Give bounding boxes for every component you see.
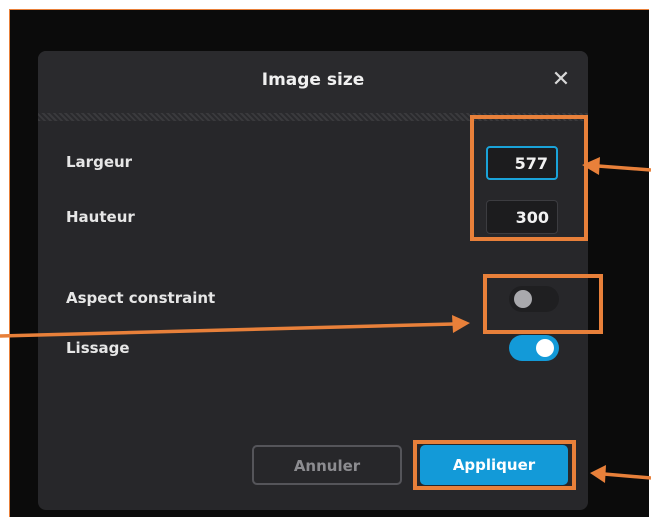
annotation-arrows: [0, 157, 651, 483]
arrow-to-apply: [603, 472, 651, 480]
arrowhead-aspect-toggle: [452, 315, 470, 333]
arrowhead-apply: [590, 465, 606, 483]
arrowhead-dimensions: [582, 157, 600, 175]
arrow-to-aspect-toggle: [0, 322, 455, 338]
arrow-to-dimensions: [597, 164, 651, 172]
